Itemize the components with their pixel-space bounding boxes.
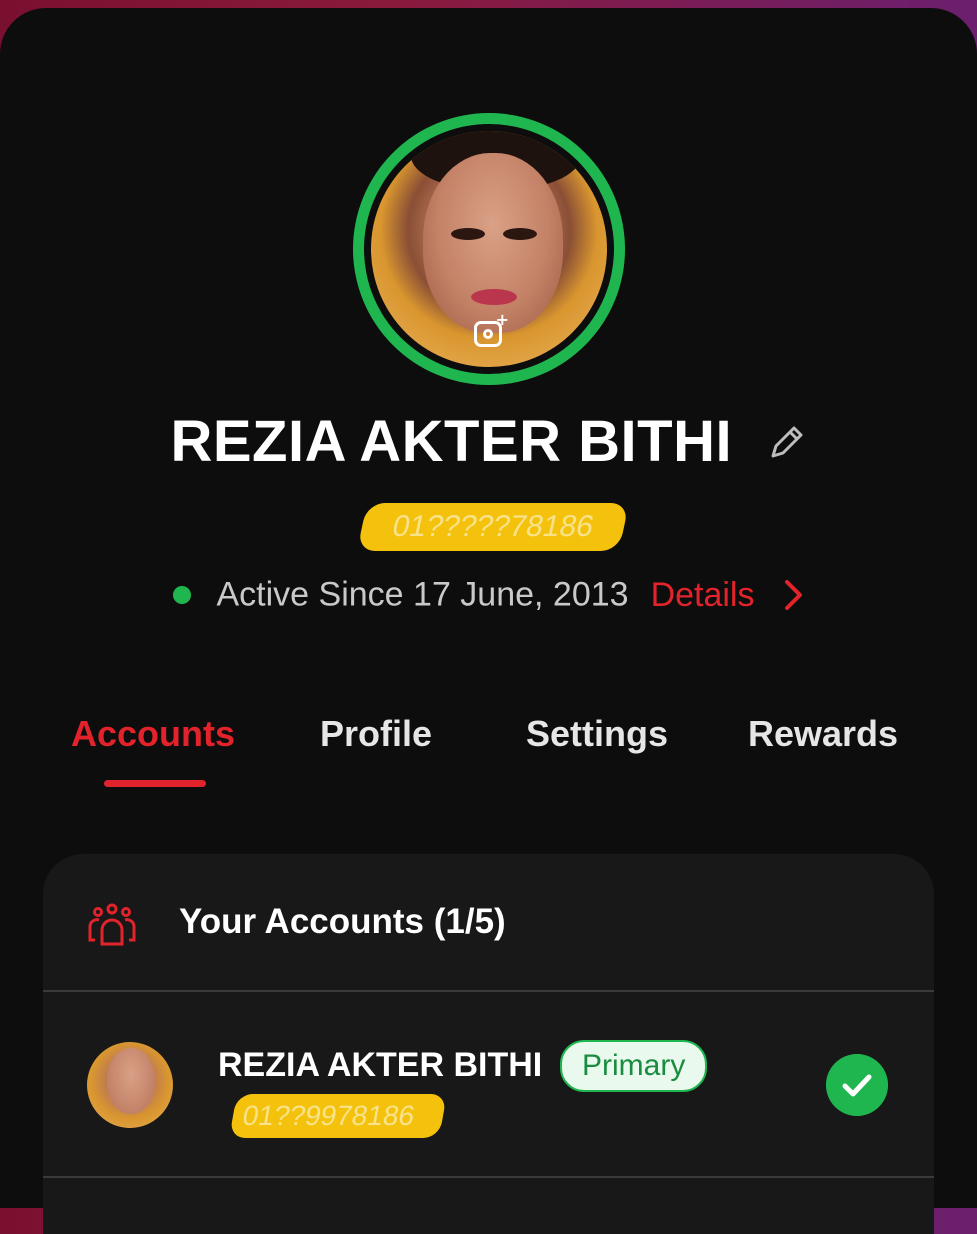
account-phone: 01??9978186 bbox=[229, 1094, 447, 1138]
profile-phone: 01?????78186 bbox=[356, 503, 630, 551]
accounts-card-title: Your Accounts (1/5) bbox=[179, 902, 506, 941]
pencil-edit-icon[interactable] bbox=[767, 422, 807, 462]
group-users-icon bbox=[88, 903, 136, 946]
camera-add-icon[interactable] bbox=[474, 310, 509, 347]
primary-badge: Primary bbox=[560, 1040, 708, 1092]
profile-avatar[interactable] bbox=[353, 113, 625, 385]
tab-profile[interactable]: Profile bbox=[320, 713, 432, 755]
active-since-text: Active Since 17 June, 2013 bbox=[216, 575, 629, 614]
accounts-card: Your Accounts (1/5) REZIA AKTER BITHI Pr… bbox=[43, 854, 934, 1234]
profile-screen: REZIA AKTER BITHI 01?????78186 Active Si… bbox=[0, 8, 977, 1234]
tab-settings[interactable]: Settings bbox=[526, 713, 668, 755]
accounts-card-header: Your Accounts (1/5) bbox=[43, 854, 934, 990]
divider bbox=[43, 990, 934, 992]
account-avatar bbox=[87, 1042, 173, 1128]
tab-rewards[interactable]: Rewards bbox=[748, 713, 898, 755]
checkmark-icon bbox=[826, 1054, 888, 1116]
profile-photo bbox=[371, 131, 607, 367]
tab-accounts[interactable]: Accounts bbox=[71, 713, 235, 755]
details-link[interactable]: Details bbox=[651, 576, 755, 614]
divider bbox=[43, 1176, 934, 1178]
account-name: REZIA AKTER BITHI bbox=[218, 1046, 543, 1084]
profile-name: REZIA AKTER BITHI bbox=[170, 409, 733, 474]
status-dot-icon bbox=[172, 586, 191, 605]
status-row: Active Since 17 June, 2013 Details bbox=[0, 574, 977, 615]
active-tab-indicator bbox=[104, 780, 206, 787]
chevron-right-icon[interactable] bbox=[783, 578, 805, 612]
